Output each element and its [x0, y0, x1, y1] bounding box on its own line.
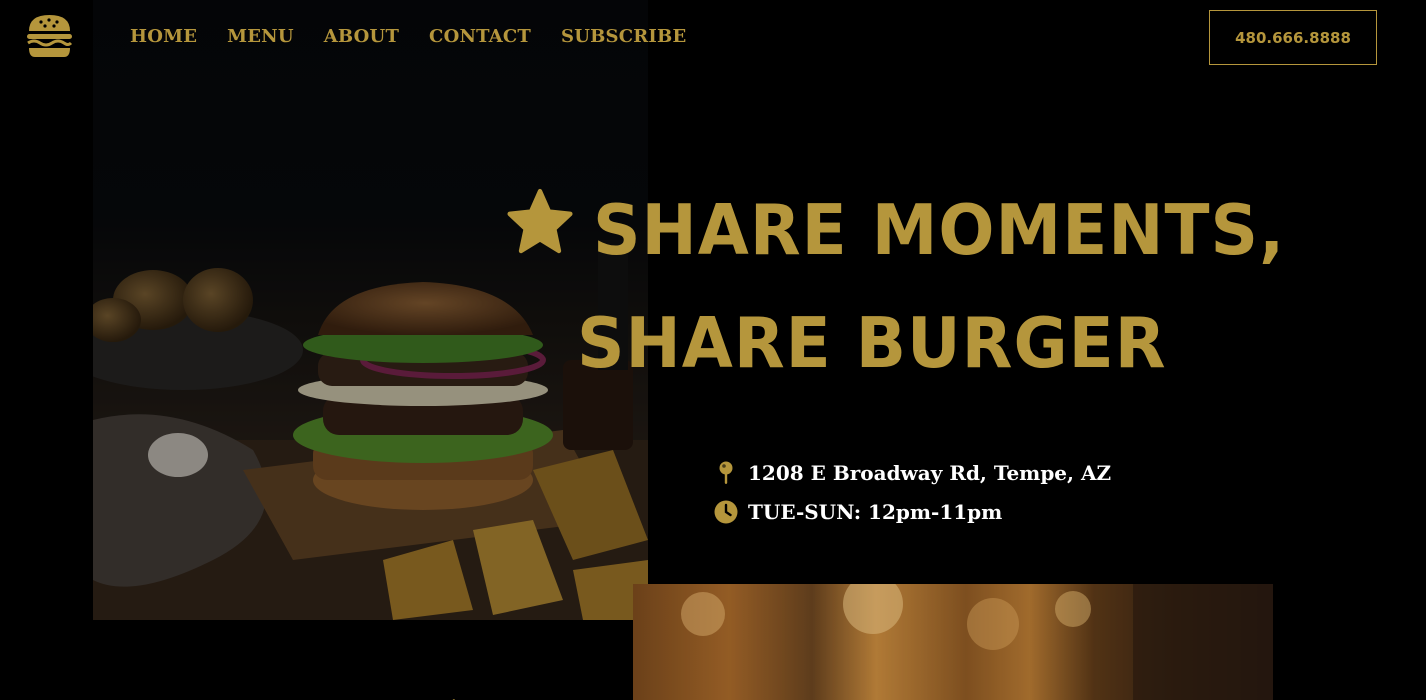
hero-info: 1208 E Broadway Rd, Tempe, AZ TUE-SUN: 1… — [714, 453, 1111, 531]
nav-about[interactable]: ABOUT — [324, 26, 399, 47]
hero-headline: SHARE MOMENTS, SHARE BURGER — [505, 174, 1305, 401]
headline-line-1: SHARE MOMENTS, — [505, 174, 1305, 287]
hours-row: TUE-SUN: 12pm-11pm — [714, 492, 1111, 531]
nav-contact[interactable]: CONTACT — [429, 26, 531, 47]
decorative-mark — [440, 692, 458, 700]
main-nav: HOME MENU ABOUT CONTACT SUBSCRIBE — [130, 26, 686, 47]
page: HOME MENU ABOUT CONTACT SUBSCRIBE 480.66… — [0, 0, 1426, 700]
headline-text-2: SHARE BURGER — [577, 303, 1167, 384]
nav-menu[interactable]: MENU — [227, 26, 294, 47]
hours-text: TUE-SUN: 12pm-11pm — [748, 499, 1003, 524]
restaurant-interior-photo — [633, 584, 1273, 700]
headline-text-1: SHARE MOMENTS, — [593, 189, 1286, 271]
map-pin-icon — [714, 461, 738, 485]
nav-home[interactable]: HOME — [130, 26, 197, 47]
clock-icon — [714, 500, 738, 524]
headline-line-2: SHARE BURGER — [505, 287, 1305, 400]
phone-button[interactable]: 480.666.8888 — [1209, 10, 1377, 65]
nav-subscribe[interactable]: SUBSCRIBE — [561, 26, 686, 47]
address-row: 1208 E Broadway Rd, Tempe, AZ — [714, 453, 1111, 492]
star-icon — [507, 188, 573, 254]
burger-logo-icon[interactable] — [26, 12, 73, 59]
address-text: 1208 E Broadway Rd, Tempe, AZ — [748, 460, 1112, 485]
